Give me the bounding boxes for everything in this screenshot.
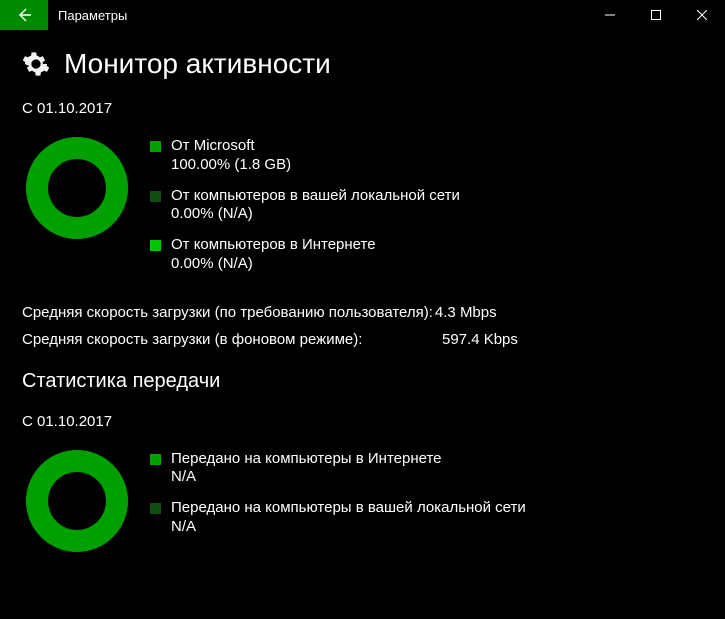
download-legend: От Microsoft 100.00% (1.8 GB) От компьют… (150, 133, 460, 286)
page-title: Монитор активности (64, 48, 331, 80)
legend-label: От компьютеров в Интернете (171, 236, 376, 255)
maximize-button[interactable] (633, 0, 679, 30)
legend-value: 0.00% (N/A) (171, 205, 460, 224)
legend-swatch-icon (150, 240, 161, 251)
legend-item-microsoft: От Microsoft 100.00% (1.8 GB) (150, 137, 460, 175)
gear-icon (22, 50, 50, 78)
upload-donut-chart (22, 446, 132, 556)
page-body: Монитор активности С 01.10.2017 От Micro… (0, 30, 725, 556)
minimize-icon (605, 10, 615, 20)
legend-swatch-icon (150, 141, 161, 152)
stat-label: Средняя скорость загрузки (по требованию… (22, 304, 433, 321)
speed-background: Средняя скорость загрузки (в фоновом реж… (22, 331, 703, 348)
legend-value: N/A (171, 518, 526, 537)
stat-value: 4.3 Mbps (435, 304, 497, 321)
upload-chart-row: Передано на компьютеры в Интернете N/A П… (22, 446, 703, 556)
legend-value: 0.00% (N/A) (171, 255, 376, 274)
upload-legend: Передано на компьютеры в Интернете N/A П… (150, 446, 526, 549)
legend-label: От компьютеров в вашей локальной сети (171, 187, 460, 206)
legend-value: N/A (171, 468, 442, 487)
download-since: С 01.10.2017 (22, 100, 703, 117)
maximize-icon (651, 10, 661, 20)
legend-label: От Microsoft (171, 137, 291, 156)
legend-item-internet: От компьютеров в Интернете 0.00% (N/A) (150, 236, 460, 274)
legend-swatch-icon (150, 454, 161, 465)
legend-label: Передано на компьютеры в Интернете (171, 450, 442, 469)
stat-value: 597.4 Kbps (442, 331, 518, 348)
window-controls (587, 0, 725, 30)
legend-item-upload-local: Передано на компьютеры в вашей локальной… (150, 499, 526, 537)
legend-value: 100.00% (1.8 GB) (171, 156, 291, 175)
stat-label: Средняя скорость загрузки (в фоновом реж… (22, 331, 442, 348)
close-icon (697, 10, 707, 20)
download-donut-chart (22, 133, 132, 243)
upload-heading: Статистика передачи (22, 370, 703, 393)
legend-swatch-icon (150, 503, 161, 514)
page-heading: Монитор активности (22, 48, 703, 80)
window-title: Параметры (48, 0, 587, 30)
legend-item-local: От компьютеров в вашей локальной сети 0.… (150, 187, 460, 225)
arrow-left-icon (15, 6, 33, 24)
close-button[interactable] (679, 0, 725, 30)
legend-swatch-icon (150, 191, 161, 202)
speed-foreground: Средняя скорость загрузки (по требованию… (22, 304, 703, 321)
download-chart-row: От Microsoft 100.00% (1.8 GB) От компьют… (22, 133, 703, 286)
legend-item-upload-internet: Передано на компьютеры в Интернете N/A (150, 450, 526, 488)
back-button[interactable] (0, 0, 48, 30)
upload-since: С 01.10.2017 (22, 413, 703, 430)
titlebar: Параметры (0, 0, 725, 30)
legend-label: Передано на компьютеры в вашей локальной… (171, 499, 526, 518)
minimize-button[interactable] (587, 0, 633, 30)
